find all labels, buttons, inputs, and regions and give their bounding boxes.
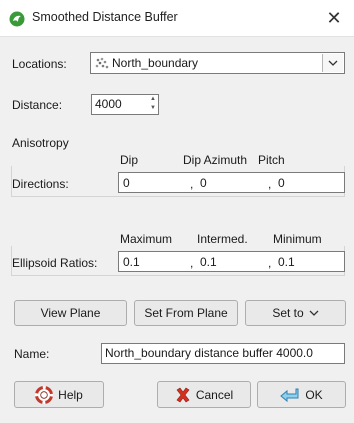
window-title: Smoothed Distance Buffer [32, 10, 178, 24]
lifebuoy-help-icon [35, 385, 54, 404]
locations-value: North_boundary [112, 56, 199, 70]
locations-combobox[interactable]: North_boundary [90, 52, 345, 74]
direction-separator: , [268, 177, 272, 191]
direction-dip-input[interactable]: 0 [123, 176, 130, 190]
cancel-label: Cancel [195, 387, 234, 402]
ellipsoid-ratios-label: Ellipsoid Ratios: [12, 256, 98, 270]
cancel-button[interactable]: Cancel [157, 381, 251, 408]
direction-pitch-input[interactable]: 0 [278, 176, 285, 190]
leapfrog-app-icon [9, 11, 25, 27]
name-label: Name: [14, 347, 50, 361]
dip-header: Dip [120, 153, 139, 167]
dip-azimuth-header: Dip Azimuth [183, 153, 248, 167]
pitch-header: Pitch [258, 153, 285, 167]
directions-field-box [118, 172, 345, 193]
name-input[interactable]: North_boundary distance buffer 4000.0 [101, 343, 345, 364]
ratio-intermediate-input[interactable]: 0.1 [200, 255, 217, 269]
title-bar: Smoothed Distance Buffer ✕ [0, 0, 354, 37]
directions-label: Directions: [12, 177, 69, 191]
spin-up-icon[interactable]: ▲ [148, 95, 158, 104]
set-from-plane-button[interactable]: Set From Plane [134, 300, 238, 326]
set-to-label: Set to [272, 306, 304, 320]
spin-down-icon[interactable]: ▼ [148, 104, 158, 113]
distance-label: Distance: [12, 98, 63, 112]
ok-button[interactable]: OK [257, 381, 346, 408]
locations-label: Locations: [12, 57, 67, 71]
ellipsoid-field-box [118, 251, 345, 272]
smoothed-distance-buffer-dialog: Smoothed Distance Buffer ✕ Locations: No… [0, 0, 354, 423]
ratio-separator: , [268, 256, 272, 270]
help-label: Help [58, 387, 83, 402]
locations-dropdown-button[interactable] [322, 54, 343, 72]
ratio-separator: , [190, 256, 194, 270]
close-icon: ✕ [326, 7, 342, 28]
points-icon [95, 57, 109, 69]
view-plane-label: View Plane [40, 306, 101, 320]
set-from-plane-label: Set From Plane [144, 306, 228, 320]
direction-dip-azimuth-input[interactable]: 0 [200, 176, 207, 190]
chevron-down-icon [309, 310, 319, 316]
ratio-minimum-input[interactable]: 0.1 [278, 255, 295, 269]
ratio-maximum-input[interactable]: 0.1 [123, 255, 140, 269]
minimum-header: Minimum [273, 232, 322, 246]
enter-arrow-icon [280, 388, 299, 402]
direction-separator: , [190, 177, 194, 191]
close-button[interactable]: ✕ [314, 0, 354, 36]
set-to-button[interactable]: Set to [245, 300, 346, 326]
cancel-x-icon [176, 387, 190, 402]
anisotropy-heading: Anisotropy [12, 136, 69, 150]
ok-label: OK [305, 387, 323, 402]
maximum-header: Maximum [120, 232, 173, 246]
distance-input[interactable]: 4000 [91, 94, 149, 115]
help-button[interactable]: Help [14, 381, 104, 408]
distance-spinner[interactable]: ▲ ▼ [148, 94, 159, 115]
intermediate-header: Intermed. [197, 232, 248, 246]
view-plane-button[interactable]: View Plane [14, 300, 127, 326]
chevron-down-icon [328, 60, 338, 66]
